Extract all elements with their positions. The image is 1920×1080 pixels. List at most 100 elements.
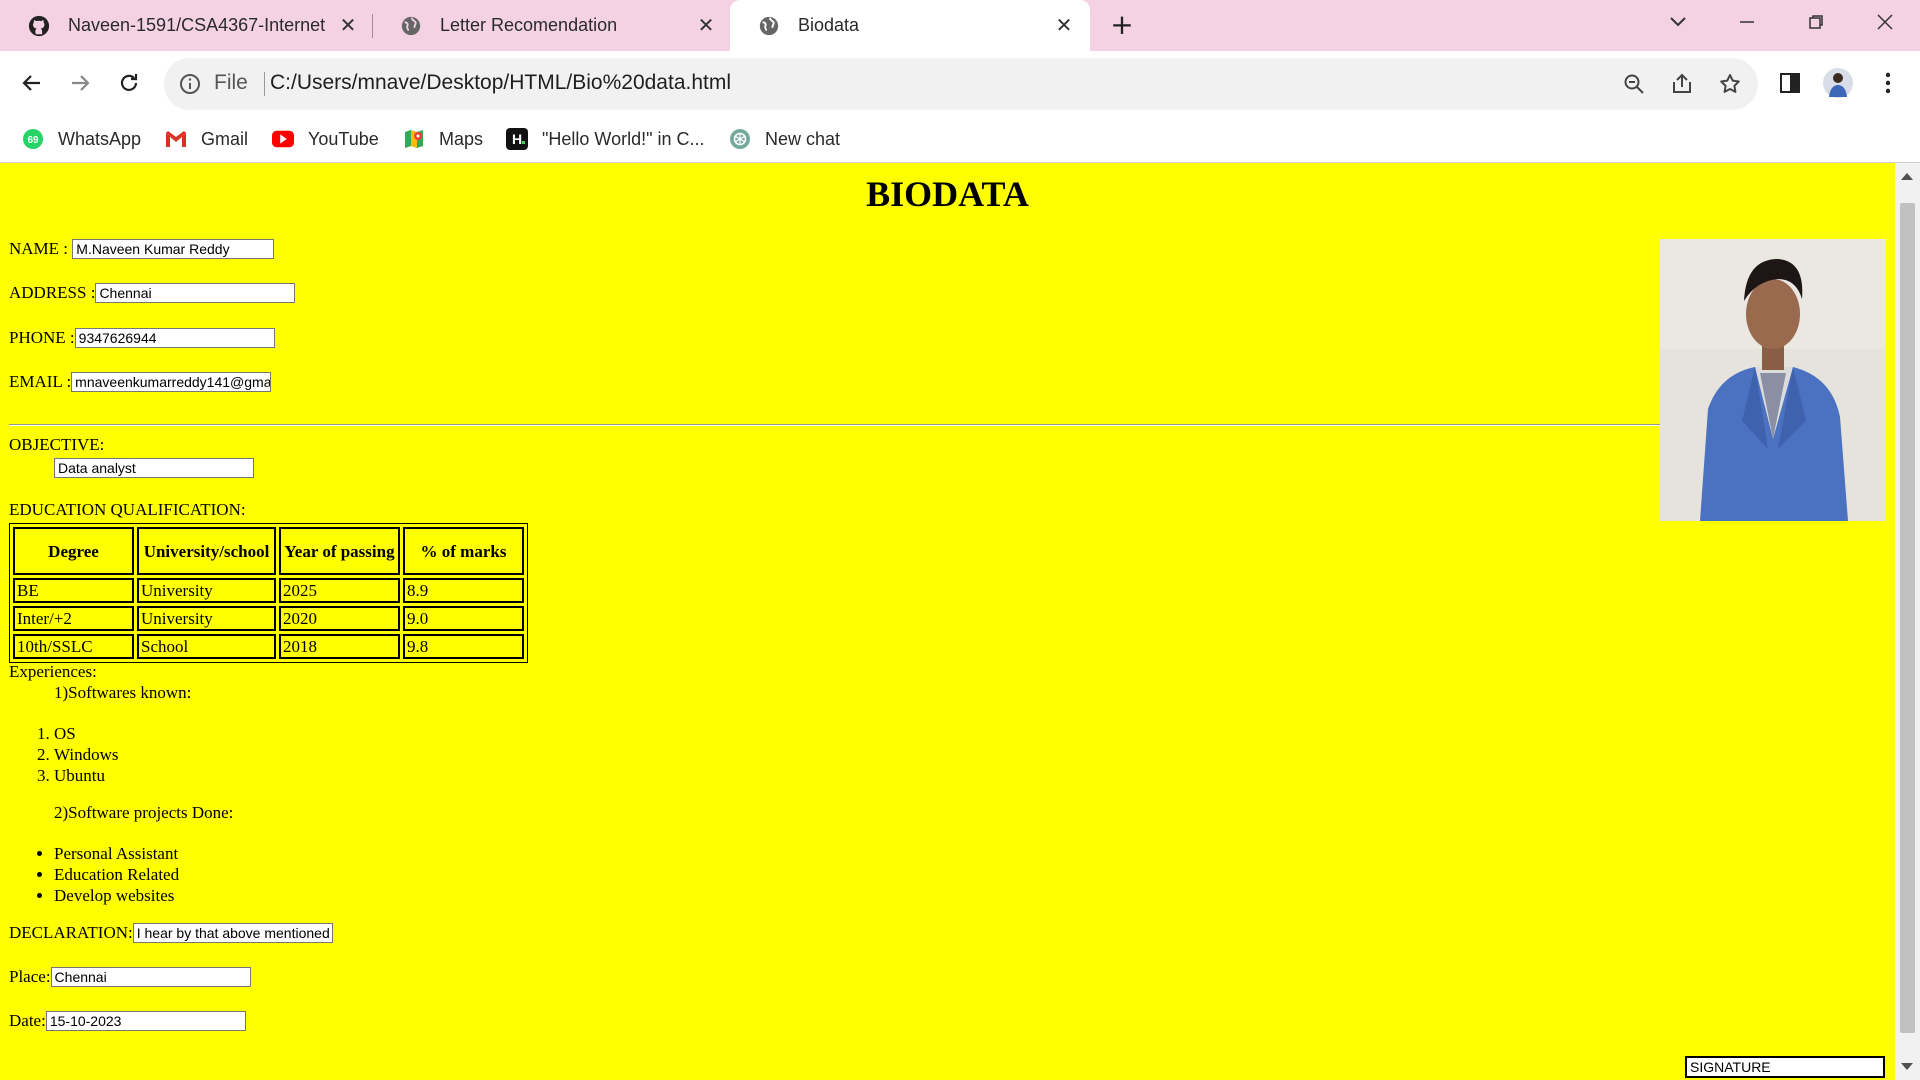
site-scheme-label: File: [214, 71, 248, 94]
table-row: Inter/+2 University 2020 9.0: [13, 606, 524, 631]
list-item: OS: [54, 723, 118, 744]
objective-input[interactable]: Data analyst: [54, 458, 254, 478]
tab-title: Letter Recomendation: [440, 15, 618, 35]
education-table-header-row: Degree University/school Year of passing…: [13, 527, 524, 575]
share-icon[interactable]: [1669, 71, 1695, 97]
declaration-input[interactable]: I hear by that above mentioned details a…: [132, 923, 333, 943]
bookmark-label: Gmail: [201, 128, 249, 149]
tab-strip: Naveen-1591/CSA4367-Internet ✕ Letter Re…: [0, 0, 1920, 51]
place-label: Place:: [9, 967, 51, 986]
maps-icon: [403, 128, 425, 150]
scroll-up-arrow-icon[interactable]: [1901, 173, 1913, 180]
name-row: NAME : M.Naveen Kumar Reddy: [9, 239, 275, 259]
new-tab-button[interactable]: +: [1108, 11, 1136, 39]
whatsapp-icon: 69: [22, 128, 44, 150]
tab-biodata[interactable]: Biodata ✕: [730, 0, 1090, 51]
bookmark-new-chat[interactable]: New chat: [729, 125, 840, 153]
bookmark-whatsapp[interactable]: 69 WhatsApp: [22, 125, 141, 153]
table-cell: BE: [13, 578, 134, 603]
email-label: EMAIL :: [9, 372, 72, 391]
bookmark-gmail[interactable]: Gmail: [165, 125, 248, 153]
phone-label: PHONE :: [9, 328, 75, 347]
softwares-known-label: 1)Softwares known:: [54, 683, 192, 702]
column-header-year-of-passing: Year of passing: [279, 527, 400, 575]
column-header-percent-of-marks: % of marks: [403, 527, 524, 575]
bookmark-label: "Hello World!" in C...: [542, 128, 705, 149]
table-row: 10th/SSLC School 2018 9.8: [13, 634, 524, 659]
info-icon[interactable]: [178, 72, 202, 96]
globe-icon: [758, 15, 780, 37]
page-title: BIODATA: [866, 174, 1029, 214]
table-cell: University: [137, 606, 276, 631]
bookmark-youtube[interactable]: YouTube: [272, 125, 379, 153]
restore-icon[interactable]: [1796, 8, 1836, 36]
table-cell: University: [137, 578, 276, 603]
reload-icon[interactable]: [111, 65, 147, 101]
phone-row: PHONE :9347626944: [9, 328, 275, 348]
softwares-known-list: OS Windows Ubuntu: [9, 723, 118, 786]
list-item: Education Related: [54, 864, 179, 885]
tab-title: Naveen-1591/CSA4367-Internet: [68, 15, 326, 35]
bookmark-label: WhatsApp: [58, 128, 142, 149]
youtube-icon: [272, 128, 294, 150]
software-projects-list: Personal Assistant Education Related Dev…: [9, 843, 179, 906]
tab-letter-recomendation[interactable]: Letter Recomendation ✕: [372, 0, 728, 51]
objective-label: OBJECTIVE:: [9, 435, 105, 454]
gmail-icon: [165, 128, 187, 150]
scrollbar-thumb[interactable]: [1900, 203, 1915, 1033]
date-input[interactable]: 15-10-2023: [45, 1011, 246, 1031]
table-row: BE University 2025 8.9: [13, 578, 524, 603]
bookmark-label: New chat: [765, 128, 841, 149]
tab-close-button[interactable]: ✕: [695, 14, 717, 37]
table-cell: 2020: [279, 606, 400, 631]
forward-arrow-icon[interactable]: [62, 65, 98, 101]
education-label: EDUCATION QUALIFICATION:: [9, 500, 246, 519]
tab-search-chevron-icon[interactable]: [1658, 8, 1698, 36]
bookmarks-bar: 69 WhatsApp Gmail YouTube Maps H "Hello …: [0, 116, 1920, 163]
close-window-icon[interactable]: [1865, 8, 1905, 36]
bookmark-star-icon[interactable]: [1717, 71, 1743, 97]
list-item: Develop websites: [54, 885, 179, 906]
tab-title: Biodata: [798, 15, 860, 35]
email-row: EMAIL :mnaveenkumarreddy141@gmail.com: [9, 372, 272, 392]
tab-close-button[interactable]: ✕: [337, 14, 359, 37]
horizontal-divider: [9, 424, 1661, 426]
hackerrank-icon-text: H: [512, 131, 522, 147]
column-header-university-school: University/school: [137, 527, 276, 575]
minimize-icon[interactable]: [1727, 8, 1767, 36]
tab-close-button[interactable]: ✕: [1053, 14, 1075, 37]
address-row: ADDRESS : Chennai: [9, 283, 296, 303]
experiences-label: Experiences:: [9, 662, 97, 681]
scroll-down-arrow-icon[interactable]: [1901, 1063, 1913, 1070]
name-label: NAME :: [9, 239, 69, 258]
whatsapp-badge: 69: [27, 135, 39, 146]
declaration-row: DECLARATION: I hear by that above mention…: [9, 923, 333, 943]
email-input[interactable]: mnaveenkumarreddy141@gmail.com: [71, 372, 272, 392]
bookmark-label: Maps: [439, 128, 484, 149]
place-row: Place: Chennai: [9, 967, 251, 987]
place-input[interactable]: Chennai: [50, 967, 251, 987]
date-row: Date: 15-10-2023: [9, 1011, 246, 1031]
url-text[interactable]: C:/Users/mnave/Desktop/HTML/Bio%20data.h…: [270, 71, 731, 95]
bookmark-hello-world[interactable]: H "Hello World!" in C...: [506, 125, 705, 153]
page-scrollbar[interactable]: [1895, 163, 1920, 1080]
menu-kebab-icon[interactable]: [1870, 65, 1906, 101]
column-header-degree: Degree: [13, 527, 134, 575]
zoom-icon[interactable]: [1621, 71, 1647, 97]
list-item: Ubuntu: [54, 765, 118, 786]
address-bar[interactable]: File C:/Users/mnave/Desktop/HTML/Bio%20d…: [164, 58, 1758, 110]
list-item: Personal Assistant: [54, 843, 179, 864]
side-panel-icon[interactable]: [1772, 65, 1808, 101]
table-cell: 8.9: [403, 578, 524, 603]
address-separator: [264, 72, 265, 96]
declaration-label: DECLARATION:: [9, 923, 133, 942]
globe-icon: [400, 15, 422, 37]
back-arrow-icon[interactable]: [14, 65, 50, 101]
phone-input[interactable]: 9347626944: [74, 328, 275, 348]
bookmark-maps[interactable]: Maps: [403, 125, 483, 153]
name-input[interactable]: M.Naveen Kumar Reddy: [72, 239, 275, 259]
profile-avatar[interactable]: [1820, 65, 1856, 101]
tab-github[interactable]: Naveen-1591/CSA4367-Internet ✕: [0, 0, 370, 51]
address-input[interactable]: Chennai: [95, 283, 296, 303]
signature-input[interactable]: SIGNATURE: [1685, 1056, 1885, 1078]
